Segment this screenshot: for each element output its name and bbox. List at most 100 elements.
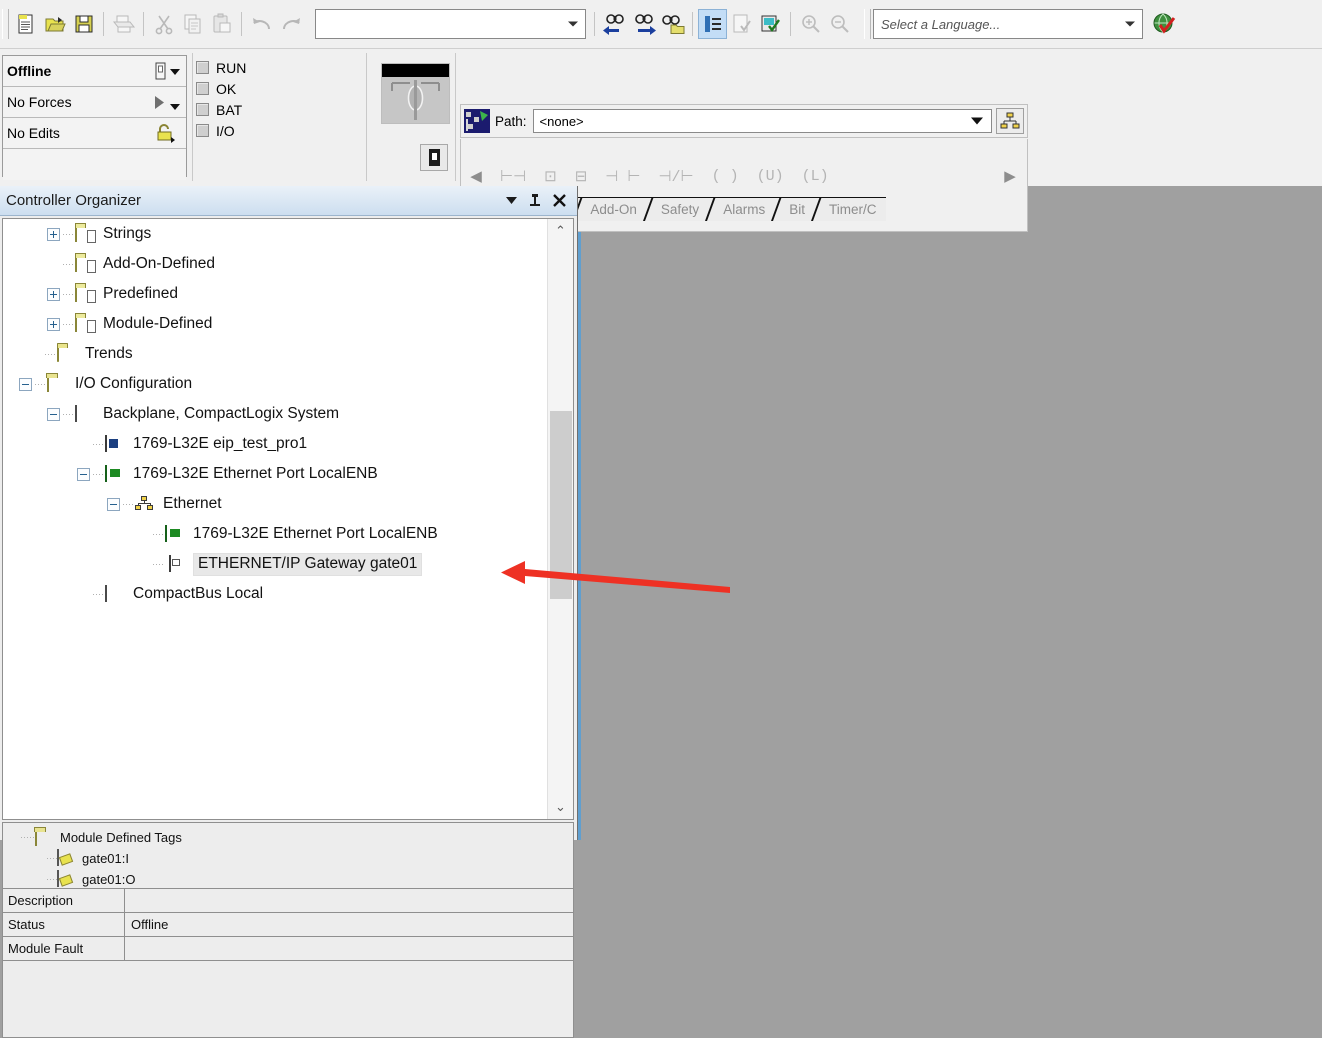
controller-keyswitch-icon — [381, 63, 450, 124]
collapse-toggle[interactable] — [47, 407, 60, 421]
tab-alarms[interactable]: Alarms — [709, 197, 776, 221]
instruction-rung-icon[interactable]: ⊢⊣ — [500, 167, 526, 186]
path-combo[interactable]: <none> — [532, 109, 992, 133]
zoom-in-icon[interactable] — [796, 9, 825, 39]
instruction-ote-icon[interactable]: ( ) — [712, 168, 739, 185]
tree-item-strings[interactable]: Strings — [3, 219, 547, 249]
workspace-canvas[interactable] — [581, 186, 1322, 840]
tag-item-input[interactable]: gate01:I — [3, 848, 573, 869]
scroll-left-icon[interactable]: ◀ — [461, 167, 491, 185]
module-defined-tags-root[interactable]: Module Defined Tags — [3, 827, 573, 848]
tree-scroll-area[interactable]: Strings Add-On-Defined Predefined Module… — [3, 219, 547, 819]
language-combo-value: Select a Language... — [881, 16, 1001, 32]
verify-controller-icon[interactable] — [756, 9, 785, 39]
led-bat: BAT — [196, 99, 306, 120]
expand-toggle[interactable] — [47, 227, 60, 241]
property-row-module-fault: Module Fault — [3, 937, 573, 961]
chevron-down-icon — [971, 117, 983, 125]
controller-mode-row[interactable]: Offline — [3, 56, 186, 87]
module-defined-tags-tree[interactable]: Module Defined Tags gate01:I gate01:O — [3, 823, 573, 889]
tree-item-trends[interactable]: Trends — [3, 339, 547, 369]
cut-icon[interactable] — [149, 9, 178, 39]
keyswitch-dropdown-icon[interactable] — [155, 62, 166, 80]
instruction-branch-level-icon[interactable]: ⊟ — [575, 167, 588, 186]
forces-arrow-icon[interactable] — [154, 95, 166, 110]
padlock-icon[interactable] — [156, 123, 176, 144]
organizer-tree[interactable]: Strings Add-On-Defined Predefined Module… — [2, 218, 574, 820]
tree-item-backplane[interactable]: Backplane, CompactLogix System — [3, 399, 547, 429]
scroll-right-icon[interactable]: ▶ — [995, 167, 1025, 185]
search-combo[interactable] — [315, 9, 586, 39]
globe-check-icon[interactable] — [1149, 9, 1178, 39]
led-indicator — [196, 82, 209, 95]
scroll-up-button[interactable]: ⌃ — [548, 219, 573, 243]
zoom-out-icon[interactable] — [825, 9, 854, 39]
tab-safety[interactable]: Safety — [646, 197, 710, 221]
language-combo[interactable]: Select a Language... — [873, 9, 1143, 39]
forces-row[interactable]: No Forces — [3, 87, 186, 118]
chevron-down-icon[interactable] — [170, 104, 180, 110]
tree-item-module-defined[interactable]: Module-Defined — [3, 309, 547, 339]
search-back-icon[interactable] — [600, 9, 629, 39]
copy-icon[interactable] — [178, 9, 207, 39]
instruction-branch-icon[interactable]: ⊡ — [544, 167, 557, 186]
battery-module-icon[interactable] — [420, 144, 448, 171]
tree-item-label: Module-Defined — [103, 315, 213, 332]
tag-item-output[interactable]: gate01:O — [3, 869, 573, 890]
redo-icon[interactable] — [276, 9, 305, 39]
tree-item-compactbus-local[interactable]: CompactBus Local — [3, 579, 547, 609]
toolbar-grip[interactable] — [864, 9, 871, 39]
instruction-xic-icon[interactable]: ⊣ ⊢ — [605, 167, 640, 186]
panel-menu-button[interactable] — [499, 190, 523, 212]
search-forward-icon[interactable] — [629, 9, 658, 39]
save-icon[interactable] — [69, 9, 98, 39]
chevron-down-icon — [568, 21, 578, 27]
scroll-down-button[interactable]: ⌄ — [548, 795, 573, 819]
open-folder-icon[interactable] — [40, 9, 69, 39]
chevron-down-icon[interactable] — [170, 69, 180, 75]
collapse-toggle[interactable] — [19, 377, 32, 391]
tab-bit[interactable]: Bit — [775, 197, 815, 221]
tab-add-on[interactable]: Add-On — [576, 197, 647, 221]
tree-connector — [93, 593, 105, 595]
instruction-otl-icon[interactable]: (L) — [802, 168, 829, 185]
toolbar-grip[interactable] — [2, 9, 9, 39]
panel-close-button[interactable] — [547, 190, 571, 212]
instruction-otu-icon[interactable]: (U) — [757, 168, 784, 185]
expand-toggle[interactable] — [47, 317, 60, 331]
scrollbar-thumb[interactable] — [550, 411, 572, 599]
verify-routine-icon[interactable] — [727, 9, 756, 39]
tree-item-ethernet-port[interactable]: 1769-L32E Ethernet Port LocalENB — [3, 459, 547, 489]
tree-item-label: I/O Configuration — [75, 375, 193, 392]
divider — [455, 53, 456, 181]
tree-item-io-configuration[interactable]: I/O Configuration — [3, 369, 547, 399]
tree-item-ethernet-ip-gateway[interactable]: ETHERNET/IP Gateway gate01 — [3, 549, 547, 579]
tree-item-controller[interactable]: 1769-L32E eip_test_pro1 — [3, 429, 547, 459]
tree-item-ethernet-network[interactable]: Ethernet — [3, 489, 547, 519]
divider — [366, 53, 367, 181]
collapse-toggle[interactable] — [107, 497, 120, 511]
tab-timer-counter[interactable]: Timer/C — [814, 197, 887, 221]
led-label: I/O — [216, 122, 235, 139]
expand-toggle[interactable] — [47, 287, 60, 301]
collapse-toggle[interactable] — [77, 467, 90, 481]
print-icon[interactable] — [109, 9, 138, 39]
panel-pin-button[interactable] — [523, 190, 547, 212]
new-file-icon[interactable] — [11, 9, 40, 39]
controller-organizer-panel: Controller Organizer Strings Add-On-Defi… — [0, 186, 578, 1038]
tree-item-add-on-defined[interactable]: Add-On-Defined — [3, 249, 547, 279]
tree-vertical-scrollbar[interactable]: ⌃ ⌄ — [547, 219, 573, 819]
instruction-xio-icon[interactable]: ⊣/⊢ — [658, 167, 693, 186]
property-key: Description — [3, 889, 125, 912]
main-workspace[interactable] — [578, 186, 1322, 840]
tree-item-ethernet-port-child[interactable]: 1769-L32E Ethernet Port LocalENB — [3, 519, 547, 549]
tree-connector — [63, 413, 75, 415]
search-in-routine-icon[interactable] — [658, 9, 687, 39]
who-active-icon[interactable] — [996, 108, 1024, 134]
toggle-organizer-icon[interactable] — [698, 9, 727, 39]
undo-icon[interactable] — [247, 9, 276, 39]
tree-item-label: Backplane, CompactLogix System — [103, 405, 340, 422]
tree-item-predefined[interactable]: Predefined — [3, 279, 547, 309]
paste-icon[interactable] — [207, 9, 236, 39]
edits-row[interactable]: No Edits — [3, 118, 186, 149]
